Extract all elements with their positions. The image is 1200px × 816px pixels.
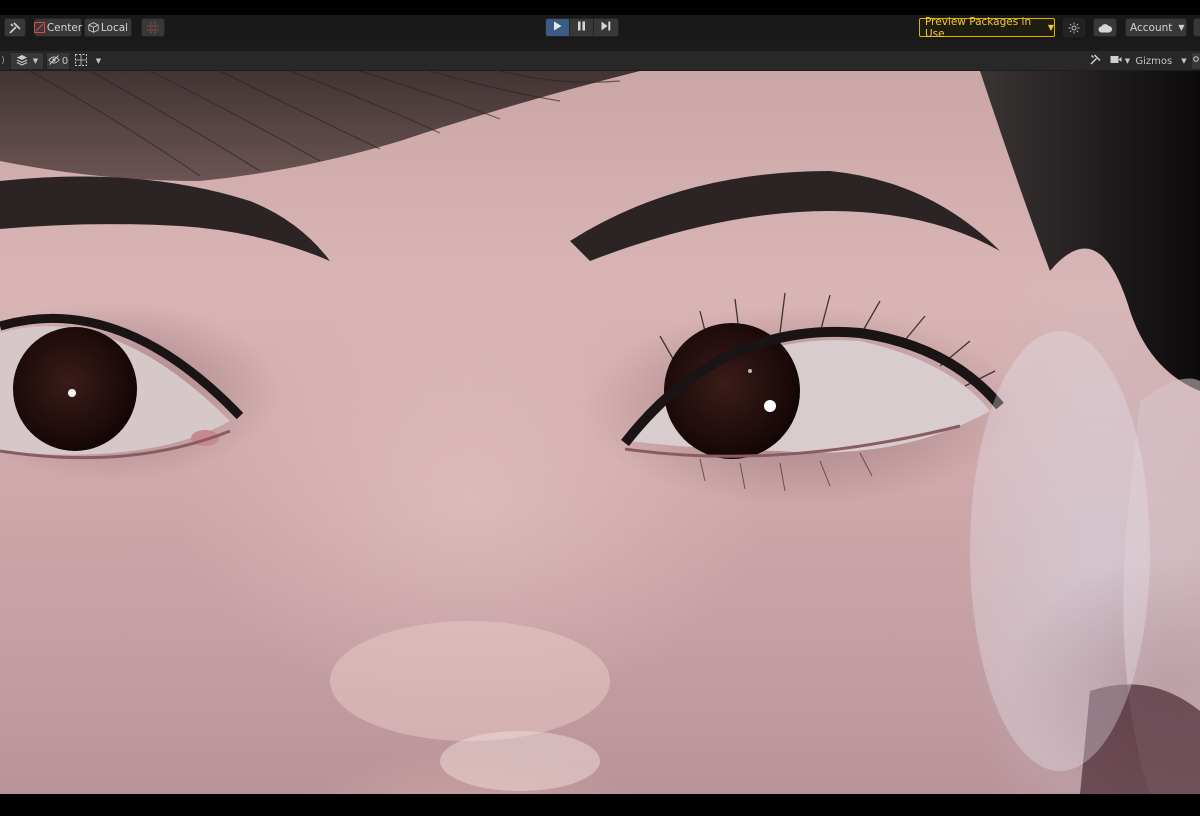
- scene-viewport[interactable]: [0, 71, 1200, 794]
- bottom-letterbox: [0, 794, 1200, 816]
- search-icon: [1193, 55, 1200, 67]
- scene-view-toolbar: ) ▼ 0 ▼ ▼ Gizmos ▼: [0, 51, 1200, 71]
- camera-icon: [1110, 55, 1122, 67]
- scene-left-edge: ): [0, 52, 6, 70]
- pivot-center-button[interactable]: Center: [33, 18, 83, 37]
- scene-search-button[interactable]: [1191, 52, 1200, 70]
- preview-packages-label: Preview Packages in Use: [925, 15, 1032, 40]
- camera-dropdown[interactable]: ▼: [1107, 52, 1133, 70]
- play-controls: [545, 18, 619, 37]
- services-icon: [1068, 22, 1080, 34]
- play-icon: [553, 21, 562, 34]
- chevron-down-icon: ▼: [1124, 57, 1131, 65]
- cloud-icon: [1098, 23, 1112, 33]
- grid-snap-icon: [147, 21, 159, 34]
- pause-button[interactable]: [570, 19, 594, 36]
- chevron-down-icon: ▼: [1047, 23, 1054, 32]
- pause-icon: [577, 21, 586, 34]
- tools-icon: [1089, 54, 1101, 68]
- account-dropdown[interactable]: Account ▼: [1125, 18, 1187, 37]
- face-render: [0, 71, 1200, 794]
- cloud-button[interactable]: [1093, 18, 1117, 37]
- main-toolbar: Center Local Preview Packages in Use ▼ A…: [0, 15, 1200, 40]
- pivot-space-button[interactable]: Local: [84, 18, 132, 37]
- top-letterbox: [0, 0, 1200, 15]
- tools-icon: [9, 21, 21, 34]
- left-eyebrow: [0, 176, 330, 261]
- cube-icon: [88, 22, 99, 33]
- pivot-label: Center: [46, 21, 83, 34]
- grid-icon: [74, 53, 87, 69]
- preview-packages-dropdown[interactable]: Preview Packages in Use ▼: [919, 15, 1055, 40]
- edge-icon: ): [1, 56, 5, 66]
- gizmos-label: Gizmos: [1135, 55, 1173, 67]
- step-button[interactable]: [594, 19, 618, 36]
- chevron-down-icon: ▼: [95, 57, 102, 65]
- grid-dropdown[interactable]: ▼: [72, 52, 104, 70]
- chevron-down-icon: ▼: [32, 57, 39, 65]
- gizmos-dropdown[interactable]: Gizmos ▼: [1135, 52, 1187, 70]
- shading-mode-icon: [16, 54, 28, 69]
- draw-mode-dropdown[interactable]: ▼: [10, 52, 44, 70]
- scene-tools-button[interactable]: [1086, 52, 1104, 70]
- chevron-down-icon: ▼: [1178, 23, 1185, 32]
- tools-button[interactable]: [4, 18, 26, 37]
- chevron-down-icon: ▼: [1181, 57, 1187, 65]
- services-button[interactable]: [1063, 18, 1085, 37]
- pivot-center-icon: [33, 22, 45, 33]
- toolbar-separator: [0, 40, 1200, 51]
- step-icon: [601, 21, 611, 34]
- scene-visibility-toggle[interactable]: 0: [46, 52, 70, 70]
- grid-snap-button[interactable]: [141, 18, 165, 37]
- hidden-count: 0: [61, 55, 69, 67]
- account-label: Account: [1130, 21, 1173, 34]
- visibility-hidden-icon: [48, 54, 60, 68]
- bangs: [0, 71, 640, 181]
- right-eyebrow: [570, 171, 1000, 261]
- side-hair: [980, 71, 1200, 391]
- play-button[interactable]: [546, 19, 570, 36]
- layers-button[interactable]: [1193, 18, 1200, 37]
- space-label: Local: [100, 21, 129, 34]
